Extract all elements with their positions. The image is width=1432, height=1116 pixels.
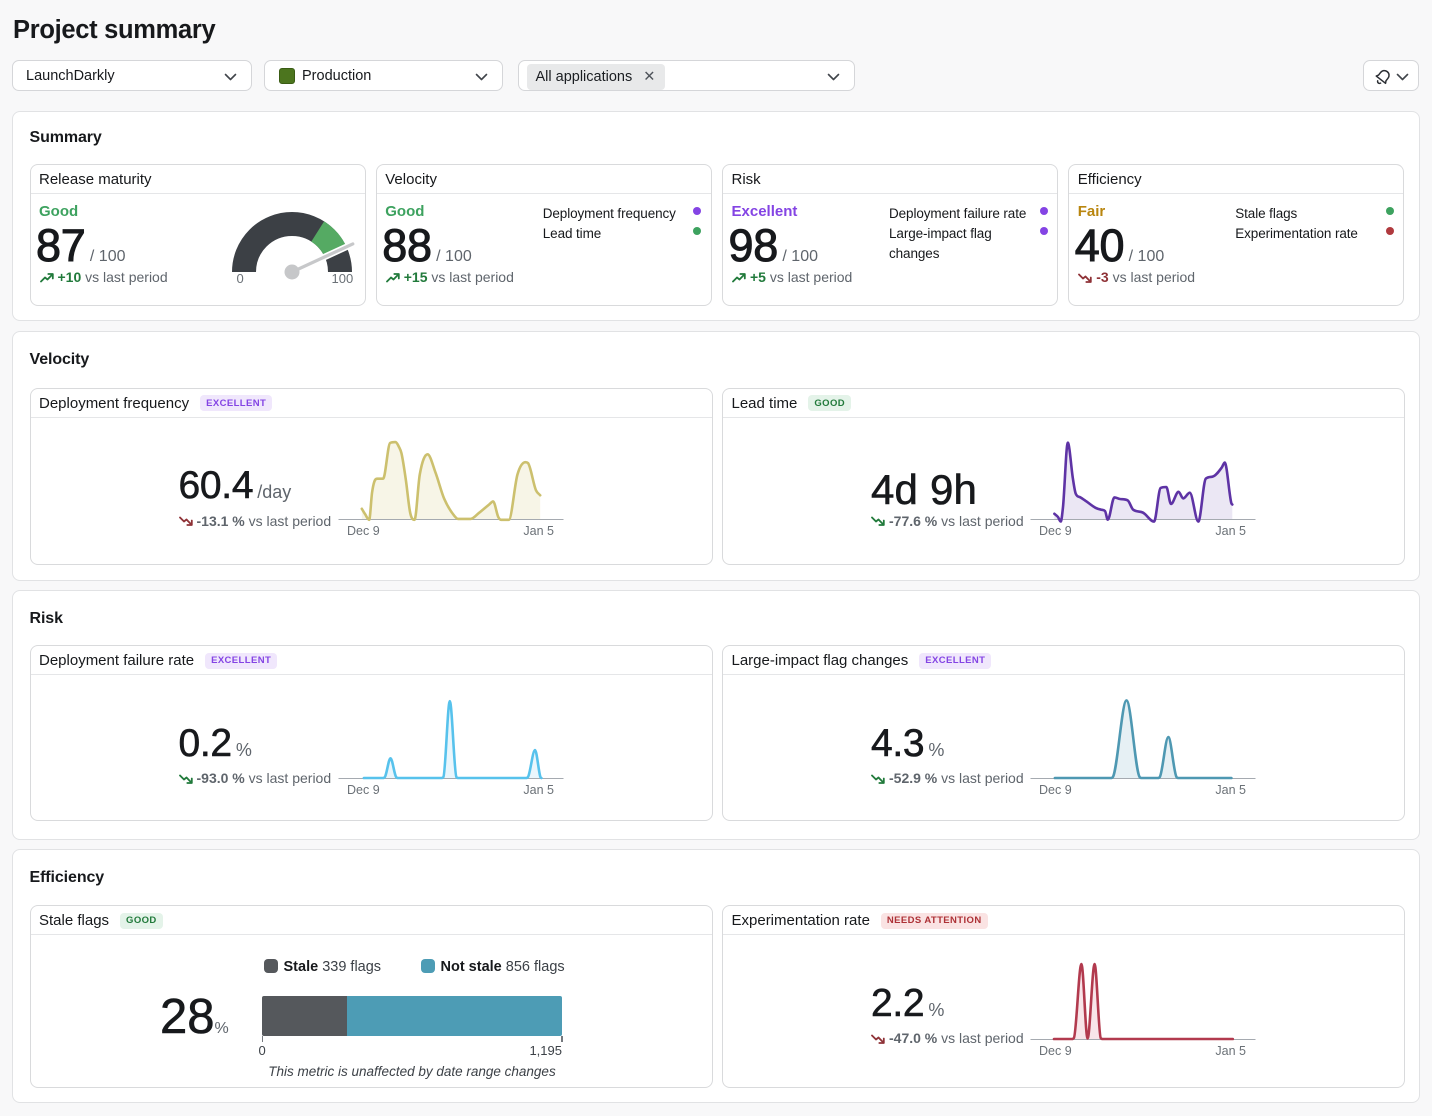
svg-text:Jan 5: Jan 5: [1215, 1044, 1246, 1058]
svg-text:Jan 5: Jan 5: [523, 783, 554, 797]
svg-text:Jan 5: Jan 5: [1215, 783, 1246, 797]
svg-text:Jan 5: Jan 5: [1215, 524, 1246, 538]
svg-text:Dec 9: Dec 9: [1039, 783, 1072, 797]
svg-text:Jan 5: Jan 5: [523, 524, 554, 538]
svg-text:Dec 9: Dec 9: [1039, 524, 1072, 538]
svg-text:Dec 9: Dec 9: [347, 783, 380, 797]
svg-text:Dec 9: Dec 9: [1039, 1044, 1072, 1058]
svg-text:Dec 9: Dec 9: [347, 524, 380, 538]
